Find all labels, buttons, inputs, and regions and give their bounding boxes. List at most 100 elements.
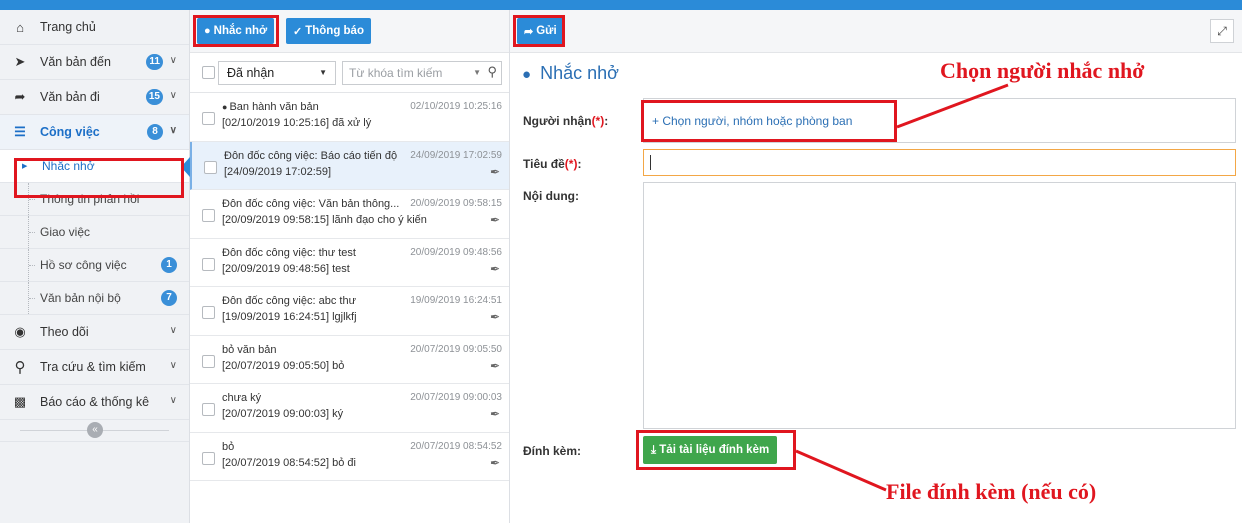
paperclip-icon: ✒ [489,358,500,373]
colon: : [577,157,582,171]
list-item[interactable]: bỏ văn bản 20/07/2019 09:05:50 [20/07/2019… [190,335,509,384]
message-time: 20/09/2019 09:58:15 [410,198,502,209]
highlight-box-recipient [641,100,897,142]
tree-line [28,249,36,281]
annotation-choose-person: Chọn người nhắc nhở [940,58,1145,83]
highlight-box-menu [14,158,184,198]
message-body: [02/10/2019 10:25:16] đã xử lý [222,117,372,129]
row-checkbox[interactable] [202,257,215,271]
sidebar-subitem-assign[interactable]: Giao việc [0,216,189,249]
highlight-box-tab [193,15,279,47]
compose-panel: ➦ Gửi ⤢ ● Nhắc nhở Người nhận(*): + Chọn… [510,10,1242,523]
paperclip-icon: ✒ [489,261,500,276]
paperclip-icon: ✒ [489,455,500,470]
filter-icon[interactable]: ▼ [473,62,481,84]
row-checkbox[interactable] [202,306,215,319]
message-body: [19/09/2019 16:24:51] lgjlkfj [222,311,357,323]
sidebar-item-label: Tra cứu & tìm kiếm [40,360,146,374]
message-time: 19/09/2019 16:24:51 [410,295,502,306]
notice-tab-button[interactable]: ✓ Thông báo [286,18,371,44]
paperclip-icon: ✒ [489,164,500,179]
bar-chart-icon: ▩ [13,394,27,409]
paperclip-icon: ✒ [489,213,500,227]
message-title-text: bỏ [222,440,235,453]
sidebar-item-tasks[interactable]: ☰ Công việc 8 ∨ [0,115,189,150]
chevron-down-icon: ∨ [169,55,177,66]
message-title: Đôn đốc công việc: abc thư [222,295,356,307]
recipient-label-text: Người nhận [523,114,592,128]
arrow-circle-right-icon: ➤ [14,54,26,69]
list-item[interactable]: bỏ 20/07/2019 08:54:52 [20/07/2019 08:54:5… [190,432,509,481]
comment-icon: ● [522,66,532,83]
message-title: chưa ký [222,392,261,404]
row-checkbox[interactable] [202,209,215,222]
arrow-circle-left-icon: ➦ [14,89,26,104]
row-checkbox[interactable] [202,403,215,416]
status-select[interactable]: Đã nhận ▼ [218,61,336,85]
eye-icon: ◉ [14,324,26,339]
sidebar-subitem-label: Văn bản nội bộ [40,291,121,305]
sidebar-item-home[interactable]: ⌂ Trang chủ [0,10,189,45]
message-time: 24/09/2019 17:02:59 [410,149,502,161]
sidebar-item-incoming[interactable]: ➤ Văn bản đến 11 ∨ [0,45,189,80]
message-body: [20/07/2019 09:00:03] ký [222,408,344,420]
compose-toolbar: ➦ Gửi ⤢ [510,10,1242,53]
list-item[interactable]: Đôn đốc công việc: Văn bản thông... 20/09… [190,190,509,239]
form-title-text: Nhắc nhở [540,63,619,83]
row-checkbox[interactable] [202,451,215,465]
comment-icon: ● [222,102,228,112]
required-mark: (*) [591,114,605,128]
message-title: ● Ban hành văn bản [222,101,319,113]
search-icon[interactable]: ⚲ [487,61,497,83]
message-title: Đôn đốc công việc: thư test [222,247,356,259]
message-title: Đôn đốc công việc: Báo cáo tiến độ [224,150,397,162]
sidebar-subitem-internal-docs[interactable]: Văn bản nội bộ 7 [0,282,189,315]
caret-down-icon: ▼ [319,68,327,77]
select-all-checkbox[interactable] [202,66,215,79]
chevron-down-icon: ∨ [169,395,177,406]
collapse-sidebar-icon[interactable]: « [87,422,103,438]
sidebar-item-outgoing[interactable]: ➦ Văn bản đi 15 ∨ [0,80,189,115]
list-item[interactable]: Đôn đốc công việc: thư test 20/09/2019 09… [190,238,509,287]
required-mark: (*) [564,157,578,171]
message-list: ● Ban hành văn bản 02/10/2019 10:25:16 [02/… [190,93,509,481]
sidebar-item-label: Theo dõi [40,325,89,339]
subject-input[interactable] [643,149,1236,176]
bullhorn-icon: ✓ [293,25,303,38]
notice-tab-label: Thông báo [305,25,364,37]
sidebar-item-search[interactable]: ⚲ Tra cứu & tìm kiếm ∨ [0,350,189,385]
highlight-box-upload [636,430,796,470]
chevron-down-icon: ∨ [169,325,177,336]
message-title-text: Đôn đốc công việc: Văn bản thông... [222,198,400,210]
count-badge: 8 [147,124,163,140]
list-item[interactable]: Đôn đốc công việc: abc thư 19/09/2019 16:… [190,287,509,336]
sidebar-subitem-label: Giao việc [40,225,91,239]
chevron-down-icon: ∨ [169,90,177,101]
count-badge: 11 [146,54,163,70]
row-checkbox[interactable] [204,160,217,174]
home-icon: ⌂ [16,19,24,35]
tree-line [28,216,36,248]
sidebar-item-reports[interactable]: ▩ Báo cáo & thống kê ∨ [0,385,189,420]
list-item[interactable]: ● Ban hành văn bản 02/10/2019 10:25:16 [02/… [190,93,509,142]
list-item[interactable]: Đôn đốc công việc: Báo cáo tiến độ 24/09/… [190,141,509,190]
chevron-down-icon: ∨ [169,125,177,136]
paperclip-icon: ✒ [489,310,500,324]
sidebar-item-follow[interactable]: ◉ Theo dõi ∨ [0,315,189,350]
row-checkbox[interactable] [202,354,215,368]
subject-label-text: Tiêu đề [523,157,565,171]
content-textarea[interactable] [643,182,1236,429]
count-badge: 15 [145,89,163,105]
row-checkbox[interactable] [202,112,215,125]
message-title-text: Ban hành văn bản [229,101,319,113]
expand-icon[interactable]: ⤢ [1210,19,1234,43]
message-body: [20/09/2019 09:58:15] lãnh đạo cho ý kiế… [222,214,427,226]
sidebar-subitem-task-file[interactable]: Hồ sơ công việc 1 [0,249,189,282]
sidebar-item-label: Công việc [40,125,100,139]
message-time: 20/07/2019 09:00:03 [410,392,502,403]
message-title: Đôn đốc công việc: Văn bản thông... [222,198,399,210]
sidebar-item-label: Báo cáo & thống kê [40,395,150,409]
tree-line [28,282,36,314]
search-input[interactable]: Từ khóa tìm kiếm ▼ ⚲ [342,61,502,85]
list-item[interactable]: chưa ký 20/07/2019 09:00:03 [20/07/2019 09… [190,384,509,433]
